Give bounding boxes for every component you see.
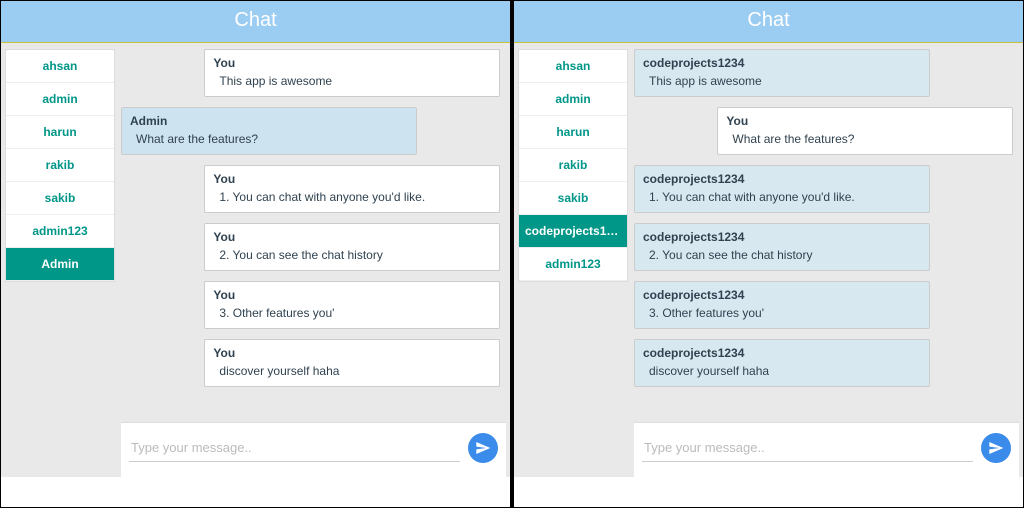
message-sender: codeprojects1234 (643, 172, 921, 186)
user-list: ahsanadminharunrakibsakibcodeprojects123… (518, 49, 628, 282)
message-text: What are the features? (726, 132, 1004, 146)
chat-message: You discover yourself haha (204, 339, 500, 387)
message-sender: You (213, 346, 491, 360)
chat-message: Admin What are the features? (121, 107, 417, 155)
message-sender: You (213, 230, 491, 244)
chat-message: codeprojects1234 1. You can chat with any… (634, 165, 930, 213)
chat-window-right: Chat ahsanadminharunrakibsakibcodeprojec… (511, 0, 1024, 508)
split-container: Chat ahsanadminharunrakibsakibadmin123Ad… (0, 0, 1024, 508)
user-list-item[interactable]: harun (6, 116, 114, 149)
chat-message: codeprojects1234 discover yourself haha (634, 339, 930, 387)
user-list-item[interactable]: sakib (6, 182, 114, 215)
message-input[interactable] (129, 434, 460, 462)
user-list-item[interactable]: Admin (6, 248, 114, 281)
user-list-item[interactable]: ahsan (6, 50, 114, 83)
message-composer (121, 422, 506, 477)
send-icon (988, 440, 1004, 456)
send-button[interactable] (981, 433, 1011, 463)
user-list-item[interactable]: codeprojects1234 (519, 215, 627, 248)
chat-message: You 1. You can chat with anyone you'd lik… (204, 165, 500, 213)
message-sender: You (726, 114, 1004, 128)
message-text: 3. Other features you' (213, 306, 491, 320)
app-header: Chat (1, 1, 510, 42)
user-list-item[interactable]: admin (6, 83, 114, 116)
message-text: 3. Other features you' (643, 306, 921, 320)
message-composer (634, 422, 1019, 477)
message-text: This app is awesome (213, 74, 491, 88)
chat-body: ahsanadminharunrakibsakibcodeprojects123… (514, 42, 1023, 477)
user-list-item[interactable]: admin123 (519, 248, 627, 281)
bottom-spacer (514, 477, 1023, 507)
message-sender: codeprojects1234 (643, 346, 921, 360)
chat-message: You 3. Other features you' (204, 281, 500, 329)
chat-message: codeprojects1234 3. Other features you' (634, 281, 930, 329)
message-input[interactable] (642, 434, 973, 462)
message-sender: You (213, 172, 491, 186)
message-sender: You (213, 288, 491, 302)
message-text: 1. You can chat with anyone you'd like. (643, 190, 921, 204)
chat-body: ahsanadminharunrakibsakibadmin123Admin Y… (1, 42, 510, 477)
user-list-item[interactable]: admin123 (6, 215, 114, 248)
message-text: What are the features? (130, 132, 408, 146)
chat-message: You This app is awesome (204, 49, 500, 97)
message-text: discover yourself haha (643, 364, 921, 378)
user-list-item[interactable]: rakib (6, 149, 114, 182)
message-sender: codeprojects1234 (643, 56, 921, 70)
message-text: 1. You can chat with anyone you'd like. (213, 190, 491, 204)
user-list-item[interactable]: ahsan (519, 50, 627, 83)
app-header: Chat (514, 1, 1023, 42)
message-text: 2. You can see the chat history (643, 248, 921, 262)
chat-message: You 2. You can see the chat history (204, 223, 500, 271)
user-list: ahsanadminharunrakibsakibadmin123Admin (5, 49, 115, 282)
chat-column: codeprojects1234 This app is awesome You Wh… (634, 49, 1019, 477)
send-button[interactable] (468, 433, 498, 463)
chat-message: codeprojects1234 This app is awesome (634, 49, 930, 97)
message-sender: codeprojects1234 (643, 288, 921, 302)
send-icon (475, 440, 491, 456)
user-list-item[interactable]: sakib (519, 182, 627, 215)
message-text: 2. You can see the chat history (213, 248, 491, 262)
message-sender: You (213, 56, 491, 70)
message-text: This app is awesome (643, 74, 921, 88)
chat-window-left: Chat ahsanadminharunrakibsakibadmin123Ad… (0, 0, 511, 508)
user-list-item[interactable]: rakib (519, 149, 627, 182)
message-sender: codeprojects1234 (643, 230, 921, 244)
message-list[interactable]: codeprojects1234 This app is awesome You Wh… (634, 49, 1019, 422)
user-list-item[interactable]: harun (519, 116, 627, 149)
chat-message: codeprojects1234 2. You can see the chat … (634, 223, 930, 271)
chat-column: You This app is awesome Admin What are the … (121, 49, 506, 477)
message-text: discover yourself haha (213, 364, 491, 378)
user-list-item[interactable]: admin (519, 83, 627, 116)
message-list[interactable]: You This app is awesome Admin What are the … (121, 49, 506, 422)
message-sender: Admin (130, 114, 408, 128)
bottom-spacer (1, 477, 510, 507)
chat-message: You What are the features? (717, 107, 1013, 155)
